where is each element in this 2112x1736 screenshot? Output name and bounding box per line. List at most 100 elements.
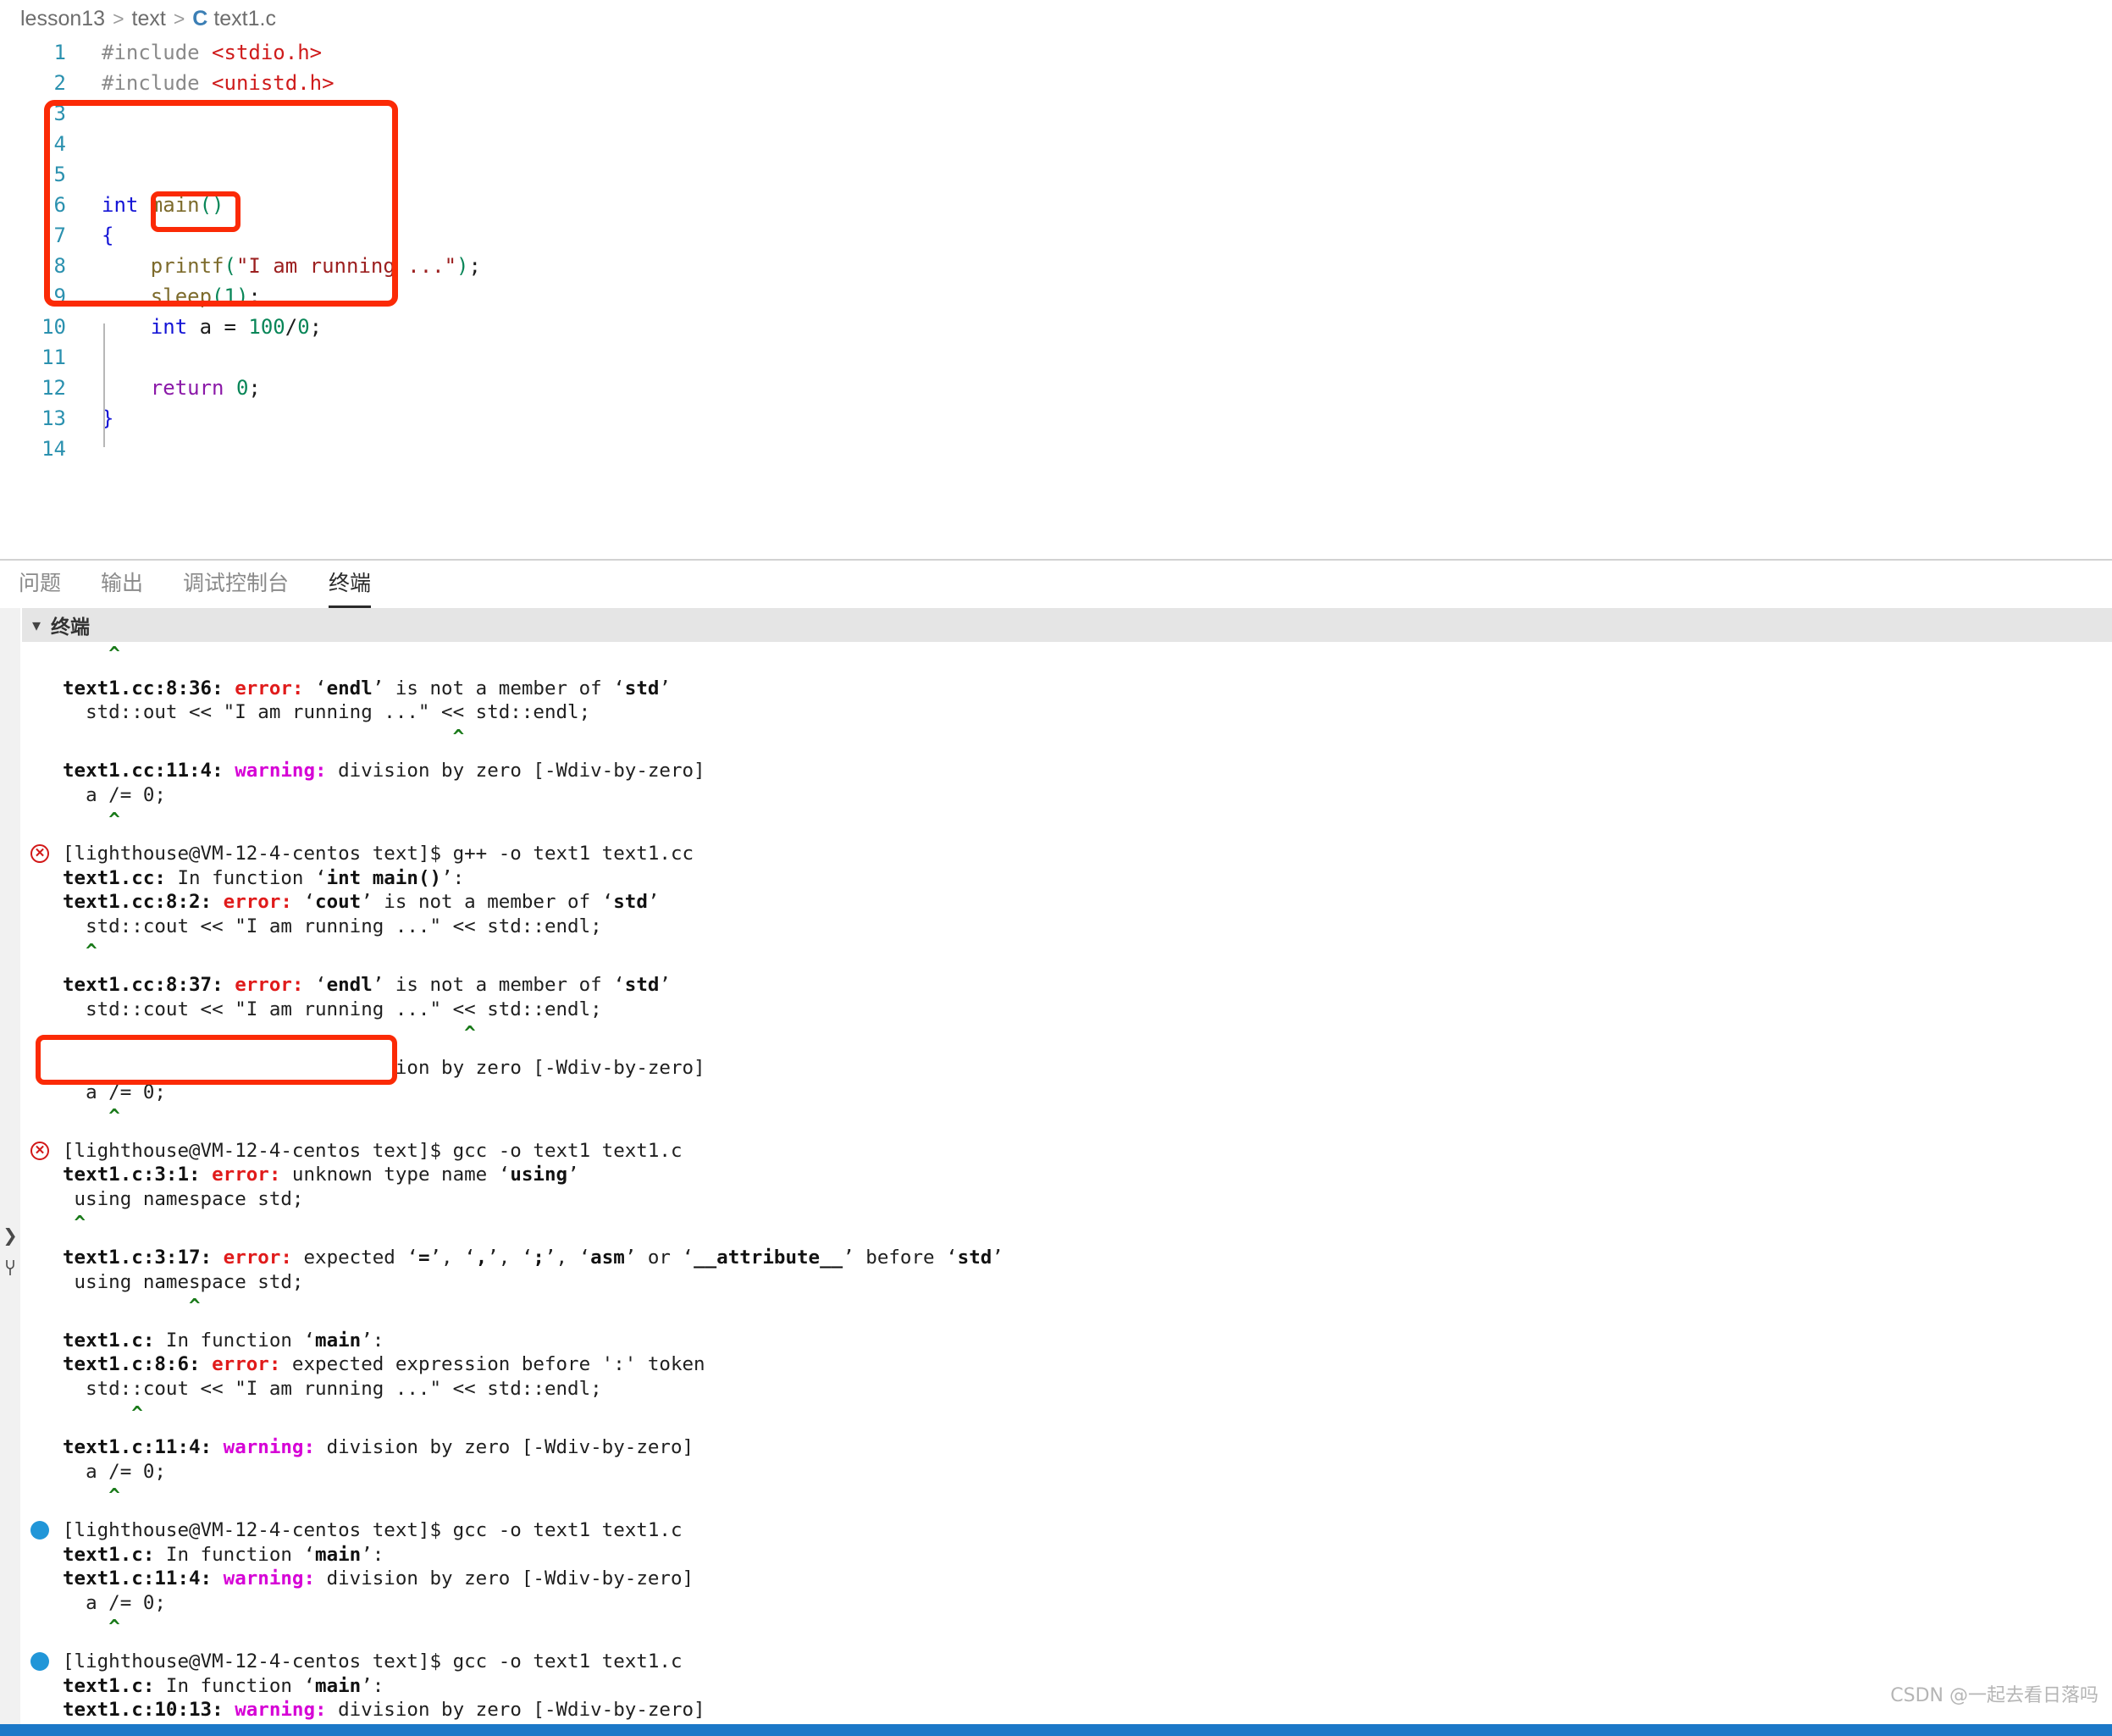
success-status-icon	[30, 1521, 49, 1540]
code-token: ;	[468, 254, 481, 278]
code-line[interactable]: 5	[0, 159, 2112, 190]
code-token: return	[150, 376, 236, 400]
code-line[interactable]: 4	[0, 129, 2112, 159]
code-line[interactable]: 1 #include <stdio.h>	[0, 37, 2112, 68]
error-status-icon: ✕	[30, 1141, 49, 1160]
tab-0[interactable]: 问题	[19, 567, 61, 608]
code-line-text[interactable]: {	[76, 220, 113, 251]
breadcrumb-file[interactable]: text1.c	[213, 7, 276, 31]
terminal-line: ^	[22, 1615, 2112, 1639]
terminal-line: ^	[22, 808, 2112, 832]
code-token: =	[224, 315, 249, 339]
tab-2[interactable]: 调试控制台	[183, 567, 289, 608]
terminal-text: text1.c:	[63, 1674, 155, 1697]
code-line[interactable]: 11	[0, 342, 2112, 373]
panel-tab-bar[interactable]: 问题 输出 调试控制台 终端	[0, 561, 2112, 608]
code-line[interactable]: 7{	[0, 220, 2112, 251]
code-token: (	[212, 285, 224, 308]
terminal-section-header[interactable]: ▾ 终端	[22, 608, 2112, 642]
code-line[interactable]: 8 printf("I am running ...");	[0, 251, 2112, 281]
code-token: int	[102, 193, 151, 217]
terminal-text: In function ‘	[154, 1674, 316, 1697]
terminal-line: ^	[22, 1211, 2112, 1236]
terminal-output[interactable]: ^ text1.cc:8:36: error: ‘endl’ is not a m…	[22, 642, 2112, 1722]
code-line[interactable]: 3	[0, 98, 2112, 129]
terminal-line: ^	[22, 1021, 2112, 1046]
code-line[interactable]: 14	[0, 434, 2112, 464]
terminal-text: int main()	[326, 866, 442, 889]
code-line[interactable]: 6 int main()	[0, 190, 2112, 220]
terminal-text: using	[510, 1164, 568, 1186]
terminal-text: ’, ‘	[544, 1247, 591, 1269]
terminal-text: [lighthouse@VM-12-4-centos text]$ g++ -o…	[63, 843, 694, 865]
terminal-text: expected expression before ':' token	[280, 1353, 705, 1376]
tab-1[interactable]: 输出	[101, 567, 143, 608]
code-line-text[interactable]: int main()	[76, 190, 224, 220]
terminal-text: ^	[108, 643, 120, 665]
code-line-text[interactable]: }	[76, 403, 113, 434]
code-token: printf	[150, 254, 224, 278]
code-line[interactable]: 9 sleep(1);	[0, 281, 2112, 312]
terminal-text: ’ is not a member of ‘	[372, 677, 625, 699]
terminal-text: ^	[108, 808, 120, 831]
terminal-text: asm	[590, 1247, 625, 1269]
code-editor[interactable]: 1 #include <stdio.h> 2 #include <unistd.h> 3…	[0, 37, 2112, 543]
terminal-text: ’:	[441, 866, 465, 889]
terminal-text: In function ‘	[154, 1329, 316, 1352]
terminal-text: ’ or ‘	[624, 1247, 694, 1269]
error-status-icon: ✕	[30, 844, 49, 864]
code-line[interactable]: 2 #include <unistd.h>	[0, 68, 2112, 98]
terminal-text: unknown type name ‘	[280, 1164, 511, 1186]
terminal-text: ’, ‘	[429, 1247, 476, 1269]
panel-left-rail: ❯	[0, 608, 20, 1736]
terminal-text: ^	[108, 1616, 120, 1639]
line-number: 5	[53, 163, 66, 186]
breadcrumb-separator: >	[113, 7, 124, 30]
terminal-line: a /= 0;	[22, 1081, 2112, 1105]
line-number: 11	[41, 346, 66, 369]
code-line[interactable]: 12 return 0;	[0, 373, 2112, 403]
terminal-text: ^	[464, 1022, 476, 1045]
tab-3[interactable]: 终端	[329, 567, 372, 608]
code-line[interactable]: 13}	[0, 403, 2112, 434]
terminal-line: ✕ [lighthouse@VM-12-4-centos text]$ gcc -…	[22, 1139, 2112, 1164]
terminal-text: error:	[235, 974, 304, 997]
terminal-text: division by zero [-Wdiv-by-zero]	[326, 1699, 705, 1722]
code-line-text[interactable]: sleep(1);	[76, 281, 261, 312]
code-line-text[interactable]: printf("I am running ...");	[76, 251, 481, 281]
chevron-right-icon[interactable]: ❯	[2, 1226, 19, 1247]
terminal-text: division by zero [-Wdiv-by-zero]	[326, 1056, 705, 1079]
terminal-text: std	[624, 677, 660, 699]
indent-guide	[103, 323, 105, 447]
terminal-text: warning:	[223, 1567, 316, 1590]
chevron-down-icon[interactable]: ▾	[32, 615, 41, 636]
terminal-text: division by zero [-Wdiv-by-zero]	[315, 1436, 694, 1459]
plug-icon[interactable]	[2, 1258, 19, 1279]
code-line[interactable]: 10 int a = 100/0;	[0, 312, 2112, 342]
code-token: /	[285, 315, 298, 339]
breadcrumb-folder[interactable]: lesson13	[20, 7, 105, 31]
terminal-line: std::cout << "I am running ..." << std::…	[22, 1377, 2112, 1402]
terminal-text: In function ‘	[154, 1543, 316, 1566]
code-line-text[interactable]: #include <unistd.h>	[76, 68, 334, 98]
code-token: "I am running ..."	[235, 254, 457, 278]
terminal-text: using namespace std;	[63, 1270, 304, 1293]
code-line-text[interactable]: #include <stdio.h>	[76, 37, 322, 68]
terminal-spacer	[22, 1129, 2112, 1139]
terminal-line: ^	[22, 1402, 2112, 1426]
terminal-line: text1.c:10:13: warning: division by zero…	[22, 1698, 2112, 1722]
code-line-text[interactable]: int a = 100/0;	[76, 312, 322, 342]
terminal-text: std	[957, 1247, 992, 1269]
code-token: 0	[235, 376, 249, 400]
terminal-line: a /= 0;	[22, 1591, 2112, 1616]
terminal-text: error:	[235, 677, 304, 699]
breadcrumb-subfolder[interactable]: text	[132, 7, 166, 31]
code-token: ;	[248, 376, 261, 400]
terminal-text: division by zero [-Wdiv-by-zero]	[315, 1567, 694, 1590]
terminal-text: ’ is not a member of ‘	[372, 974, 625, 997]
